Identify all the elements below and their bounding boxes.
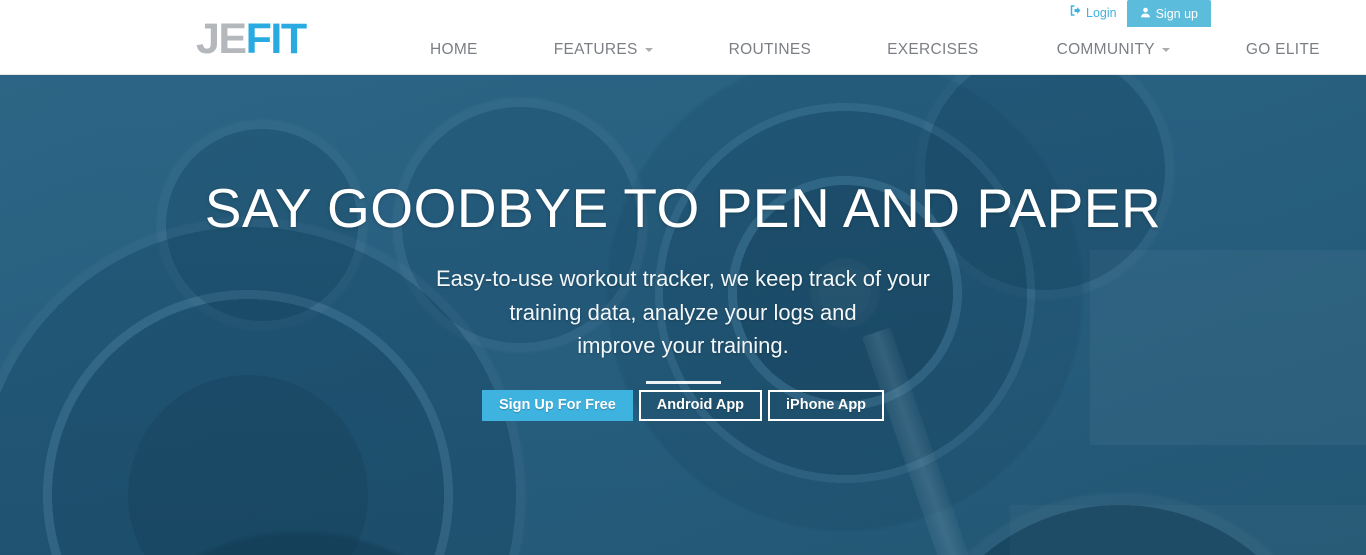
site-header: Login Sign up JEFIT HOME FEATURES ROUTIN… bbox=[0, 0, 1366, 75]
logo-text-je: JE bbox=[196, 15, 247, 63]
nav-item-label: HOME bbox=[430, 41, 478, 58]
chevron-down-icon bbox=[644, 48, 653, 52]
signup-label: Sign up bbox=[1155, 6, 1198, 21]
main-navigation: HOME FEATURES ROUTINES EXERCISES COMMUNI… bbox=[430, 41, 1320, 59]
signup-button[interactable]: Sign up bbox=[1126, 0, 1211, 27]
hero-cta-group: Sign Up For Free Android App iPhone App bbox=[481, 389, 885, 421]
hero-section: SAY GOODBYE TO PEN AND PAPER Easy-to-use… bbox=[0, 75, 1366, 555]
hero-subheadline-line-3: improve your training. bbox=[577, 333, 789, 358]
hero-subheadline-line-2: training data, analyze your logs and bbox=[509, 299, 857, 325]
nav-item-features[interactable]: FEATURES bbox=[554, 41, 653, 59]
iphone-app-button[interactable]: iPhone App bbox=[768, 389, 885, 421]
nav-item-label: FEATURES bbox=[553, 41, 638, 58]
jefit-logo[interactable]: JEFIT bbox=[196, 15, 307, 63]
hero-subheadline-line-1: Easy-to-use workout tracker, we keep tra… bbox=[436, 266, 930, 291]
chevron-down-icon bbox=[1161, 48, 1170, 52]
sign-in-icon bbox=[1070, 0, 1082, 27]
nav-item-label: COMMUNITY bbox=[1056, 41, 1155, 58]
auth-bar: Login Sign up bbox=[1070, 0, 1211, 27]
nav-item-label: ROUTINES bbox=[728, 41, 812, 58]
hero-content: SAY GOODBYE TO PEN AND PAPER Easy-to-use… bbox=[0, 75, 1366, 555]
hero-subheadline: Easy-to-use workout tracker, we keep tra… bbox=[436, 262, 930, 363]
nav-item-home[interactable]: HOME bbox=[430, 41, 478, 59]
nav-item-community[interactable]: COMMUNITY bbox=[1057, 41, 1170, 59]
user-icon bbox=[1140, 7, 1151, 21]
login-label: Login bbox=[1086, 6, 1117, 20]
nav-item-routines[interactable]: ROUTINES bbox=[729, 41, 812, 59]
nav-item-label: GO ELITE bbox=[1245, 41, 1320, 58]
nav-item-go-elite[interactable]: GO ELITE bbox=[1246, 41, 1320, 59]
hero-headline: SAY GOODBYE TO PEN AND PAPER bbox=[204, 177, 1162, 239]
sign-up-for-free-button[interactable]: Sign Up For Free bbox=[481, 389, 633, 421]
nav-item-exercises[interactable]: EXERCISES bbox=[887, 41, 978, 59]
login-link[interactable]: Login bbox=[1070, 0, 1127, 27]
android-app-button[interactable]: Android App bbox=[638, 389, 763, 421]
logo-text-fit: FIT bbox=[245, 15, 307, 63]
hero-divider bbox=[645, 380, 721, 384]
nav-item-label: EXERCISES bbox=[887, 41, 979, 58]
